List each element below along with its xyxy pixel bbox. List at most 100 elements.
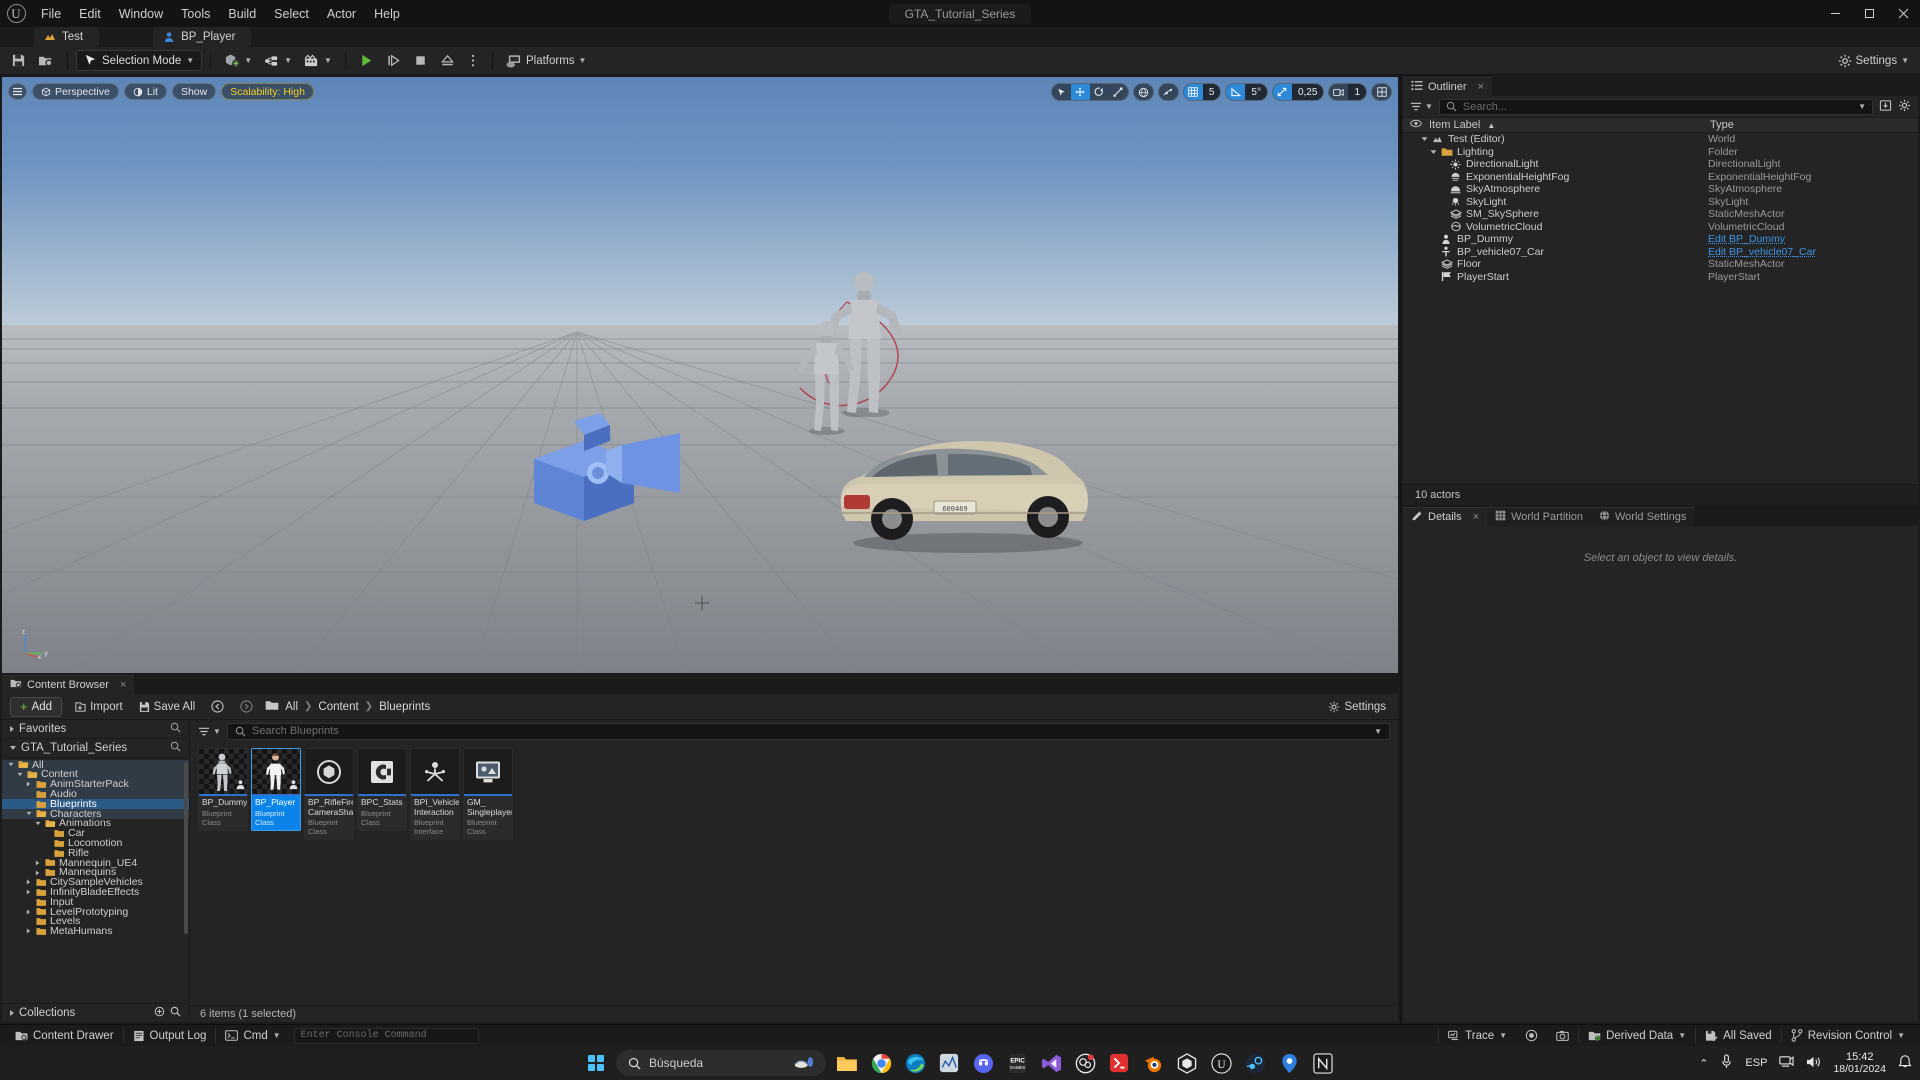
menu-edit[interactable]: Edit [70,4,110,24]
menu-tools[interactable]: Tools [172,4,219,24]
tab-content-browser[interactable]: Content Browser × [2,675,135,694]
expander-closed-icon[interactable] [26,781,33,787]
outliner-row[interactable]: Floor StaticMeshActor [1403,258,1918,271]
skip-button[interactable] [381,50,406,72]
expander-closed-icon[interactable] [26,928,33,934]
expander-closed-icon[interactable] [35,870,42,876]
tab-world-partition[interactable]: World Partition [1487,507,1591,526]
tray-chevron-icon[interactable]: ⌃ [1699,1057,1708,1070]
rotate-icon[interactable] [1090,84,1109,100]
viewport-perspective-dropdown[interactable]: Perspective [32,83,119,100]
tab-outliner[interactable]: Outliner × [1403,77,1492,96]
outliner-row[interactable]: DirectionalLight DirectionalLight [1403,158,1918,171]
viewport-menu-icon[interactable] [8,83,27,100]
viewport-viewmode-dropdown[interactable]: Lit [123,83,167,100]
language-indicator[interactable]: ESP [1745,1057,1767,1069]
blender-icon[interactable] [1140,1050,1166,1076]
collections-section[interactable]: Collections [2,1003,189,1022]
trace-button[interactable]: Trace ▼ [1439,1027,1516,1045]
blueprints-button[interactable]: ▼ [259,50,297,72]
angle-snap-value[interactable]: 5° [1245,84,1267,100]
folder-tree-item[interactable]: AnimStarterPack [2,779,189,790]
search-icon-collections[interactable] [170,1006,181,1020]
scale-snap-icon[interactable] [1272,84,1292,100]
scale-icon[interactable] [1109,84,1128,100]
console-command-input[interactable]: Enter Console Command [293,1027,479,1044]
stop-button[interactable] [408,50,433,72]
taskbar-search-input[interactable]: Búsqueda [616,1050,826,1076]
outliner-row[interactable]: SM_SkySphere StaticMeshActor [1403,208,1918,221]
outliner-row[interactable]: BP_Dummy Edit BP_Dummy [1403,233,1918,246]
selection-mode-dropdown[interactable]: Selection Mode ▼ [76,50,203,71]
grid-snap-value[interactable]: 5 [1202,84,1221,100]
search-icon-project[interactable] [170,741,181,755]
expander-open-icon[interactable] [8,762,15,767]
add-collection-icon[interactable] [154,1006,165,1020]
rider-icon[interactable] [1106,1050,1132,1076]
settings-button[interactable]: Settings ▼ [1833,50,1914,72]
scale-snap-value[interactable]: 0,25 [1291,84,1324,100]
project-section[interactable]: GTA_Tutorial_Series [2,739,189,758]
menu-help[interactable]: Help [365,4,409,24]
folder-tree-item[interactable]: InfinityBladeEffects [2,887,189,897]
tree-scrollbar[interactable] [184,762,188,934]
outliner-settings-icon[interactable] [1898,99,1911,115]
breadcrumb-content[interactable]: Content [318,701,358,713]
expander-closed-icon[interactable] [35,860,42,866]
level-viewport[interactable]: 600469 Perspective Lit Show Scalability:… [2,77,1398,673]
steam-icon[interactable] [1242,1050,1268,1076]
substance-icon[interactable] [1072,1050,1098,1076]
select-icon[interactable] [1052,84,1071,100]
outliner-row[interactable]: VolumetricCloud VolumetricCloud [1403,221,1918,234]
breadcrumb-all[interactable]: All [285,701,298,713]
move-icon[interactable] [1070,84,1090,100]
menu-actor[interactable]: Actor [318,4,365,24]
close-icon-outliner[interactable]: × [1478,81,1484,93]
tab-bp-player[interactable]: BP_Player [153,27,252,47]
more-options-icon[interactable] [462,50,484,72]
minimize-button[interactable] [1818,0,1852,27]
breadcrumb-blueprints[interactable]: Blueprints [379,701,430,713]
folder-tree-item[interactable]: Locomotion [2,838,189,848]
outliner-row[interactable]: ExponentialHeightFog ExponentialHeightFog [1403,171,1918,184]
folder-tree-item[interactable]: All [2,760,189,770]
content-browser-settings-button[interactable]: Settings [1324,699,1390,715]
expander-closed-icon[interactable] [26,909,33,915]
expander-closed-icon[interactable] [26,879,33,885]
folder-tree-item[interactable]: LevelPrototyping [2,907,189,917]
unreal-engine-icon[interactable]: U [1208,1050,1234,1076]
revision-control-button[interactable]: Revision Control ▼ [1782,1027,1914,1045]
tab-world-settings[interactable]: World Settings [1591,507,1695,526]
cmd-dropdown[interactable]: Cmd ▼ [216,1027,289,1045]
edge-icon[interactable] [902,1050,928,1076]
taskbar-clock[interactable]: 15:42 18/01/2024 [1833,1051,1886,1075]
outliner-row[interactable]: SkyAtmosphere SkyAtmosphere [1403,183,1918,196]
viewport-scalability-dropdown[interactable]: Scalability: High [221,83,314,100]
chevron-down-icon-ol-search[interactable]: ▼ [1858,102,1866,111]
windows-start-icon[interactable] [584,1051,608,1075]
camera-speed-value[interactable]: 1 [1348,84,1366,100]
viewport-show-dropdown[interactable]: Show [171,83,217,100]
expander-open-icon[interactable] [17,772,24,777]
outliner-save-icon[interactable] [1879,99,1892,115]
save-icon[interactable] [6,50,31,72]
forward-button[interactable] [236,698,257,715]
file-explorer-icon[interactable] [834,1050,860,1076]
expander-open-icon[interactable] [26,811,33,816]
menu-file[interactable]: File [32,4,70,24]
camera-actor[interactable] [522,407,702,527]
visual-studio-icon[interactable] [1038,1050,1064,1076]
folder-tree-item[interactable]: MetaHumans [2,926,189,937]
back-button[interactable] [207,698,228,715]
asset-grid[interactable]: BP_Dummy Blueprint Class BP_Player Blueprin… [190,742,1398,1005]
outliner-row[interactable]: Lighting Folder [1403,146,1918,159]
search-icon[interactable] [170,722,181,736]
asset-tile[interactable]: BP_Dummy Blueprint Class [198,748,248,831]
expander-open-icon[interactable] [35,821,42,826]
eject-button[interactable] [435,50,460,72]
volume-icon[interactable] [1806,1055,1821,1072]
unreal-logo[interactable]: U [0,0,32,27]
outliner-filter-button[interactable]: ▼ [1410,101,1433,112]
outliner-row-edit-link[interactable]: Edit BP_vehicle07_Car [1708,246,1918,258]
close-button[interactable] [1886,0,1920,27]
